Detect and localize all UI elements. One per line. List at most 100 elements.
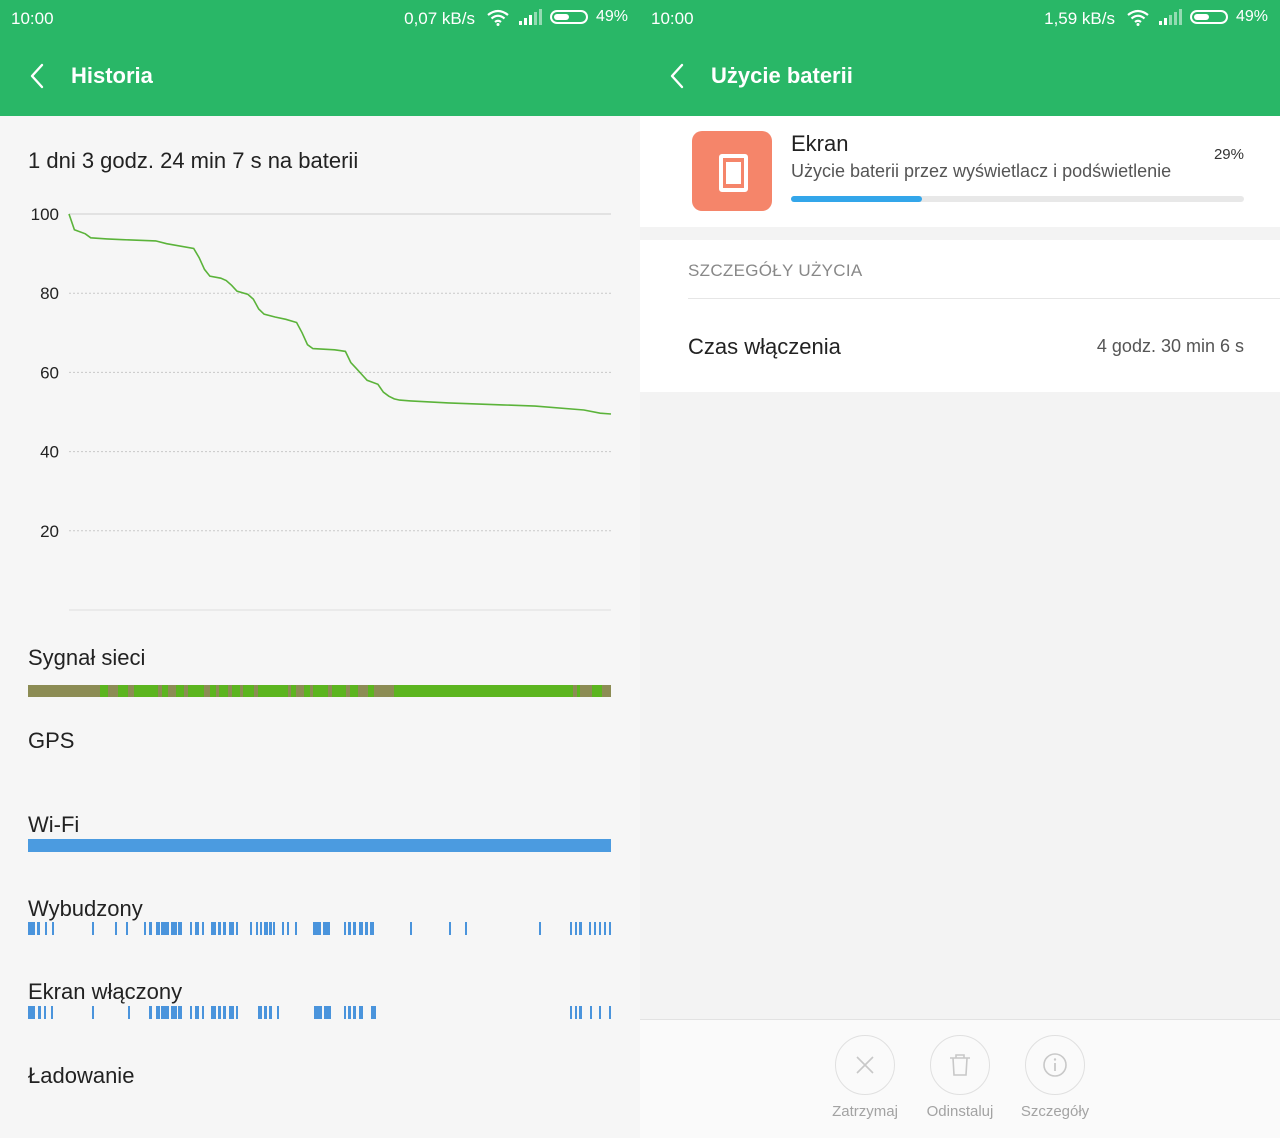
screen-on-tick <box>579 1006 582 1019</box>
battery-percent: 49% <box>1235 8 1268 25</box>
weak-signal-segment <box>573 685 577 697</box>
back-icon[interactable] <box>666 60 694 92</box>
weak-signal-segment <box>328 685 332 697</box>
screen-on-tick <box>371 1006 376 1019</box>
back-icon[interactable] <box>26 60 54 92</box>
awake-tick <box>323 922 330 935</box>
awake-tick <box>115 922 117 935</box>
cell-signal-icon <box>518 9 542 25</box>
screen-on-tick <box>314 1006 322 1019</box>
weak-signal-segment <box>288 685 291 697</box>
awake-tick <box>149 922 152 935</box>
awake-tick <box>370 922 374 935</box>
screen-on-tick <box>218 1006 221 1019</box>
status-bar: 10:00 1,59 kB/s 49% <box>640 0 1280 36</box>
screen-on-label: Ekran włączony <box>28 979 183 1004</box>
weak-signal-segment <box>128 685 134 697</box>
battery-usage-screen: 10:00 1,59 kB/s 49% Użycie baterii Ekran… <box>640 0 1280 1138</box>
weak-signal-segment <box>168 685 176 697</box>
uninstall-button[interactable]: Odinstaluj <box>910 1035 1010 1120</box>
awake-tick <box>295 922 297 935</box>
screen-on-tick <box>171 1006 177 1019</box>
screen-on-tick <box>161 1006 169 1019</box>
screen-on-tick <box>178 1006 182 1019</box>
awake-tick <box>37 922 40 935</box>
screen-on-tick <box>599 1006 601 1019</box>
awake-tick <box>28 922 35 935</box>
network-speed: 0,07 kB/s <box>404 9 475 28</box>
screen-on-tick <box>575 1006 577 1019</box>
app-description: Użycie baterii przez wyświetlacz i podśw… <box>791 161 1172 181</box>
on-time-value: 4 godz. 30 min 6 s <box>1096 336 1244 356</box>
awake-tick <box>223 922 226 935</box>
info-icon <box>1042 1052 1067 1077</box>
weak-signal-segment <box>602 685 611 697</box>
awake-tick <box>365 922 368 935</box>
battery-level-chart: 100 80 60 40 20 <box>31 205 612 611</box>
stop-button[interactable]: Zatrzymaj <box>815 1035 915 1120</box>
weak-signal-segment <box>296 685 304 697</box>
awake-tick <box>52 922 54 935</box>
y-tick-label: 40 <box>40 443 59 462</box>
battery-duration: 1 dni 3 godz. 24 min 7 s na baterii <box>28 148 359 173</box>
awake-tick <box>344 922 346 935</box>
awake-label: Wybudzony <box>28 896 143 921</box>
screen-on-tick <box>92 1006 94 1019</box>
awake-tick <box>236 922 238 935</box>
network-speed: 1,59 kB/s <box>1044 9 1115 28</box>
details-label: Szczegóły <box>1020 1103 1090 1120</box>
awake-tick <box>250 922 252 935</box>
details-button[interactable]: Szczegóły <box>1005 1035 1105 1120</box>
awake-tick <box>282 922 284 935</box>
gps-label: GPS <box>28 728 75 753</box>
y-tick-label: 60 <box>40 363 59 382</box>
awake-tick <box>313 922 321 935</box>
screen-on-tick <box>344 1006 346 1019</box>
awake-tick <box>229 922 234 935</box>
app-bar: Użycie baterii <box>640 36 1280 116</box>
close-icon <box>855 1055 874 1074</box>
awake-tick <box>570 922 572 935</box>
screen-on-tick <box>156 1006 160 1019</box>
awake-tick <box>260 922 262 935</box>
weak-signal-segment <box>228 685 232 697</box>
awake-tick <box>575 922 577 935</box>
awake-tick <box>359 922 363 935</box>
awake-tick <box>156 922 160 935</box>
awake-tick <box>256 922 258 935</box>
screen-on-tick <box>590 1006 592 1019</box>
screen-on-tick <box>258 1006 262 1019</box>
awake-tick <box>449 922 451 935</box>
page-title: Historia <box>71 63 153 88</box>
status-time: 10:00 <box>11 9 54 28</box>
awake-tick <box>211 922 216 935</box>
screen-on-tick <box>38 1006 41 1019</box>
awake-tick <box>264 922 268 935</box>
cell-signal-icon <box>1158 9 1182 25</box>
screen-on-tick <box>229 1006 234 1019</box>
weak-signal-segment <box>240 685 243 697</box>
awake-tick <box>353 922 356 935</box>
screen-on-tick <box>190 1006 192 1019</box>
awake-tick <box>348 922 351 935</box>
y-tick-label: 20 <box>40 522 59 541</box>
status-bar: 10:00 0,07 kB/s 49% <box>0 0 640 36</box>
battery-icon <box>1189 10 1228 24</box>
action-bar: Zatrzymaj Odinstaluj Szczegóły <box>640 1019 1280 1138</box>
page-title: Użycie baterii <box>711 63 853 88</box>
screen-on-tick <box>211 1006 216 1019</box>
weak-signal-segment <box>216 685 219 697</box>
awake-strip <box>28 922 611 935</box>
awake-tick <box>579 922 582 935</box>
y-tick-label: 100 <box>31 205 59 224</box>
signal-label: Sygnał sieci <box>28 645 146 670</box>
awake-tick <box>190 922 192 935</box>
usage-progress-bar <box>791 196 1244 202</box>
awake-tick <box>594 922 596 935</box>
screen-on-tick <box>223 1006 226 1019</box>
weak-signal-segment <box>204 685 210 697</box>
screen-on-tick <box>348 1006 351 1019</box>
y-tick-label: 80 <box>40 284 59 303</box>
usage-percent: 29% <box>1213 146 1244 163</box>
stop-label: Zatrzymaj <box>832 1103 898 1120</box>
